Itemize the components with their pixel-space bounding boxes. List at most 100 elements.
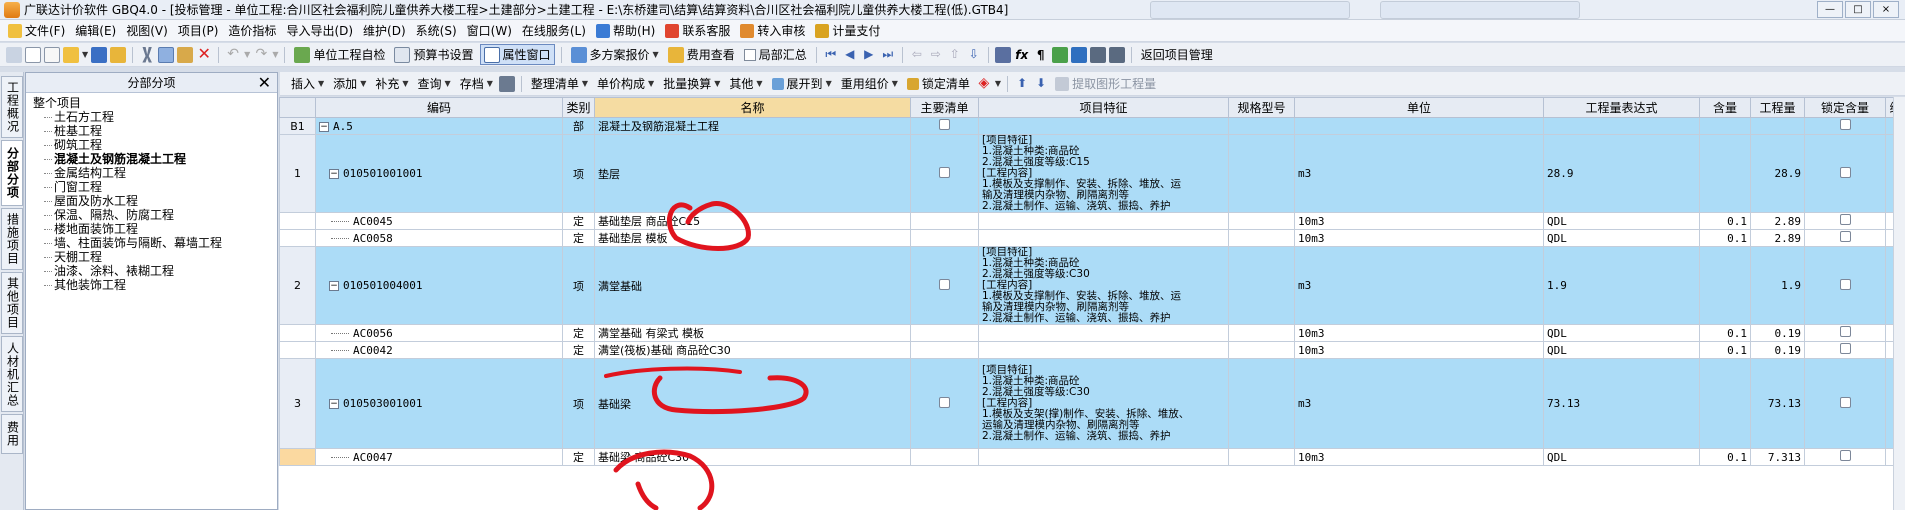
- main-list-checkbox[interactable]: [939, 396, 950, 408]
- spec-cell[interactable]: [1228, 229, 1295, 247]
- quantity-cell[interactable]: 7.313: [1750, 448, 1805, 466]
- tree-root-node[interactable]: 整个项目: [26, 96, 277, 110]
- table-row[interactable]: AC0056 定满堂基础 有梁式 模板 10m3 QDL 0.1 0.19: [279, 324, 1905, 342]
- move-up-icon[interactable]: ⇧: [947, 47, 963, 63]
- unit-cell[interactable]: 10m3: [1294, 448, 1544, 466]
- quantity-cell[interactable]: 73.13: [1750, 358, 1805, 449]
- row-number[interactable]: [279, 341, 316, 359]
- expression-cell[interactable]: 73.13: [1543, 358, 1700, 449]
- type-cell[interactable]: 定: [562, 341, 595, 359]
- column-header[interactable]: 含量: [1699, 97, 1751, 118]
- content-cell[interactable]: 0.1: [1699, 212, 1751, 230]
- column-header[interactable]: [279, 97, 316, 118]
- spec-cell[interactable]: [1228, 117, 1295, 135]
- unit-cell[interactable]: 10m3: [1294, 341, 1544, 359]
- row-number[interactable]: [279, 324, 316, 342]
- spec-cell[interactable]: [1228, 341, 1295, 359]
- tab-other-items[interactable]: 其他项目: [1, 272, 23, 334]
- type-cell[interactable]: 项: [562, 134, 595, 213]
- menu-item[interactable]: 编辑(E): [75, 22, 116, 39]
- spec-cell[interactable]: [1228, 448, 1295, 466]
- move-right-icon[interactable]: ⇨: [928, 47, 944, 63]
- tab-labor-material-summary[interactable]: 人材机汇总: [1, 336, 23, 412]
- feature-cell[interactable]: [978, 324, 1229, 342]
- name-cell[interactable]: 基础梁: [594, 358, 911, 449]
- save-icon[interactable]: [91, 46, 108, 63]
- lock-content-cell[interactable]: [1804, 212, 1886, 230]
- tab-fees[interactable]: 费用: [1, 414, 23, 454]
- content-cell[interactable]: 0.1: [1699, 229, 1751, 247]
- code-cell[interactable]: −010501001001: [315, 134, 563, 213]
- save-all-icon[interactable]: [110, 46, 127, 63]
- type-cell[interactable]: 部: [562, 117, 595, 135]
- other-button[interactable]: 其他 ▼: [726, 74, 765, 93]
- lock-content-checkbox[interactable]: [1839, 231, 1851, 242]
- code-cell[interactable]: AC0042: [315, 341, 563, 359]
- row-number[interactable]: [279, 212, 316, 230]
- new-doc-icon[interactable]: [44, 46, 60, 63]
- lock-content-cell[interactable]: [1804, 358, 1886, 449]
- cut-icon[interactable]: [142, 46, 152, 63]
- lock-content-cell[interactable]: [1804, 246, 1886, 325]
- reuse-pricing-button[interactable]: 重用组价 ▼: [838, 74, 901, 93]
- calculator-icon[interactable]: [994, 46, 1011, 63]
- content-cell[interactable]: [1699, 246, 1751, 325]
- expression-cell[interactable]: [1543, 117, 1700, 135]
- spec-cell[interactable]: [1228, 246, 1295, 325]
- quantity-cell[interactable]: 2.89: [1750, 229, 1805, 247]
- menu-item[interactable]: 窗口(W): [467, 22, 512, 39]
- column-header[interactable]: 工程量: [1750, 97, 1805, 118]
- tab-project-overview[interactable]: 工程概况: [1, 76, 23, 138]
- tree-item[interactable]: 保温、隔热、防腐工程: [26, 208, 277, 222]
- lock-content-cell[interactable]: [1804, 117, 1886, 135]
- main-list-checkbox[interactable]: [939, 166, 950, 178]
- unit-cell[interactable]: 10m3: [1294, 324, 1544, 342]
- code-cell[interactable]: AC0045: [315, 212, 563, 230]
- content-cell[interactable]: [1699, 358, 1751, 449]
- batch-convert-button[interactable]: 批量换算 ▼: [660, 74, 723, 93]
- tree-item[interactable]: 土石方工程: [26, 110, 277, 124]
- formula-icon[interactable]: fx: [1014, 47, 1030, 63]
- unit-cell[interactable]: m3: [1294, 246, 1544, 325]
- feature-cell[interactable]: [项目特征] 1.混凝土种类:商品砼 2.混凝土强度等级:C30 [工程内容] …: [978, 358, 1229, 449]
- main-list-cell[interactable]: [910, 341, 979, 359]
- row-number[interactable]: B1: [279, 117, 316, 135]
- extract-quantity-button[interactable]: 提取图形工程量: [1052, 74, 1159, 93]
- unit-cell[interactable]: m3: [1294, 358, 1544, 449]
- local-summary-checkbox[interactable]: [743, 48, 756, 61]
- code-cell[interactable]: − A.5: [315, 117, 563, 135]
- name-cell[interactable]: 满堂基础: [594, 246, 911, 325]
- table-row[interactable]: 3−010503001001 项基础梁 [项目特征] 1.混凝土种类:商品砼 2.混…: [279, 358, 1905, 449]
- main-list-cell[interactable]: [910, 212, 979, 230]
- menu-item[interactable]: 造价指标: [228, 22, 276, 39]
- quantity-cell[interactable]: 1.9: [1750, 246, 1805, 325]
- main-list-checkbox[interactable]: [939, 278, 950, 290]
- collapse-icon[interactable]: −: [319, 121, 329, 132]
- lock-content-cell[interactable]: [1804, 448, 1886, 466]
- expression-cell[interactable]: QDL: [1543, 341, 1700, 359]
- open-folder-icon[interactable]: [63, 46, 79, 63]
- prev-record-icon[interactable]: ◀: [842, 47, 858, 63]
- tab-measures[interactable]: 措施项目: [1, 208, 23, 270]
- menu-item[interactable]: 导入导出(D): [286, 22, 353, 39]
- name-cell[interactable]: 满堂(筏板)基础 商品砼C30: [594, 341, 911, 359]
- quantity-cell[interactable]: 2.89: [1750, 212, 1805, 230]
- multi-quote-button[interactable]: 多方案报价 ▼: [568, 45, 662, 64]
- column-header[interactable]: 主要清单: [910, 97, 979, 118]
- unit-cell[interactable]: [1294, 117, 1544, 135]
- background-tab[interactable]: [1150, 1, 1350, 19]
- code-cell[interactable]: AC0047: [315, 448, 563, 466]
- first-record-icon[interactable]: ⏮: [823, 47, 839, 63]
- content-cell[interactable]: 0.1: [1699, 341, 1751, 359]
- row-number[interactable]: [279, 229, 316, 247]
- feature-cell[interactable]: [978, 229, 1229, 247]
- lock-content-cell[interactable]: [1804, 229, 1886, 247]
- tree-item[interactable]: 屋面及防水工程: [26, 194, 277, 208]
- close-icon[interactable]: ✕: [258, 73, 271, 93]
- column-header[interactable]: 锁定含量: [1804, 97, 1886, 118]
- menu-item[interactable]: 维护(D): [363, 22, 406, 39]
- unit-check-button[interactable]: 单位工程自检: [291, 45, 388, 64]
- move-down-icon[interactable]: ⇩: [966, 47, 982, 63]
- column-header[interactable]: 编码: [315, 97, 563, 118]
- collapse-icon[interactable]: −: [329, 399, 339, 409]
